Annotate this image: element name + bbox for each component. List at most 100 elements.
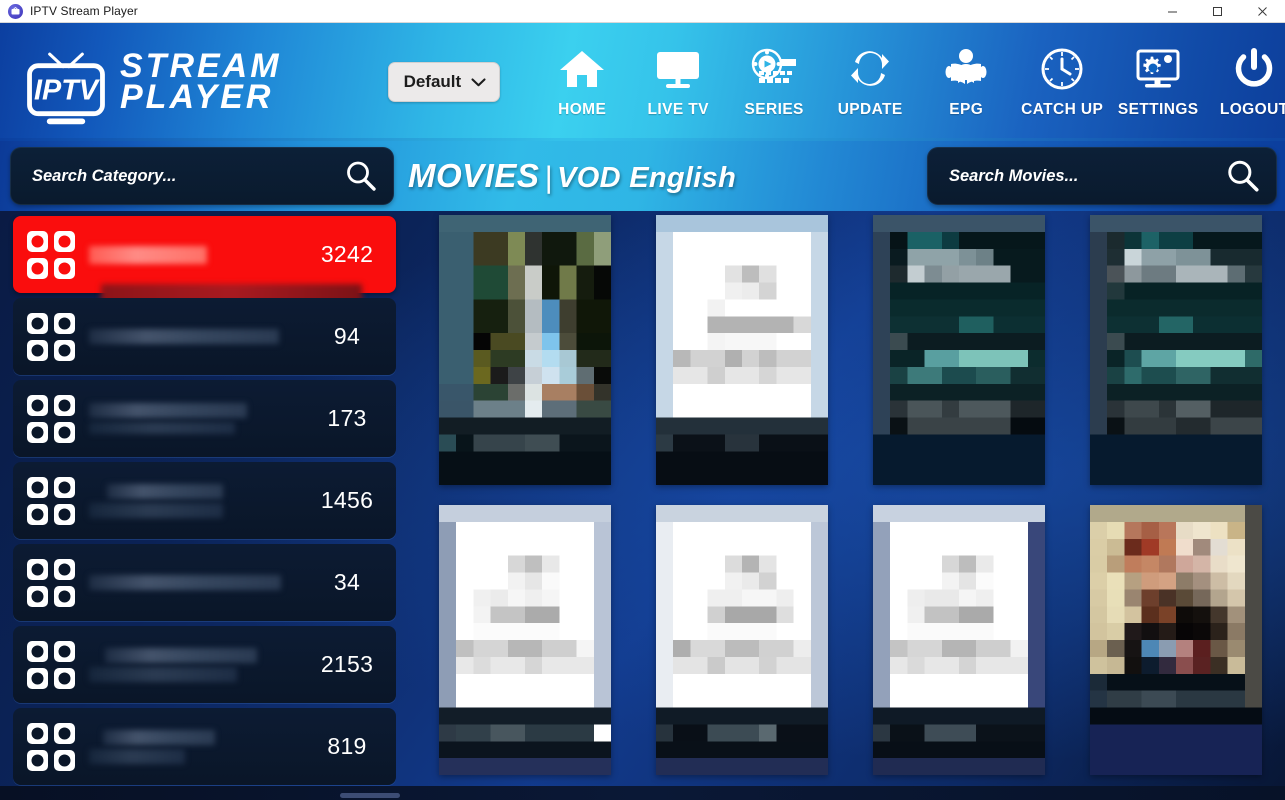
search-movies-input[interactable] bbox=[949, 166, 1225, 186]
minimize-button[interactable] bbox=[1150, 0, 1195, 23]
search-icon[interactable] bbox=[344, 159, 378, 193]
category-row-4[interactable]: 34 bbox=[13, 544, 396, 621]
category-row-2[interactable]: 173 bbox=[13, 380, 396, 457]
category-label-redacted bbox=[89, 329, 279, 344]
category-row-1[interactable]: 94 bbox=[13, 298, 396, 375]
close-button[interactable] bbox=[1240, 0, 1285, 23]
grid-2x2-icon bbox=[13, 228, 89, 282]
nav-item-epg[interactable]: EPG bbox=[918, 43, 1014, 121]
movie-card-5[interactable] bbox=[633, 505, 850, 795]
category-label-redacted-2 bbox=[89, 666, 237, 682]
movies-search-box[interactable] bbox=[927, 147, 1277, 205]
nav-item-series[interactable]: SERIES bbox=[726, 43, 822, 121]
category-count: 819 bbox=[327, 733, 367, 759]
nav-label-epg: EPG bbox=[949, 101, 984, 118]
window-title: IPTV Stream Player bbox=[30, 4, 138, 18]
movie-card-6[interactable] bbox=[851, 505, 1068, 795]
category-row-0[interactable]: 3242 bbox=[13, 216, 396, 304]
movie-card-4[interactable] bbox=[416, 505, 633, 795]
app-header: IPTV STREAM PLAYER Default HOME LIVE TV … bbox=[0, 23, 1285, 141]
movie-poster-image bbox=[438, 505, 611, 775]
brand-logo[interactable]: IPTV STREAM PLAYER bbox=[18, 34, 282, 130]
grid-2x2-icon bbox=[13, 474, 89, 528]
category-label bbox=[89, 483, 298, 518]
grid-2x2-icon bbox=[13, 720, 89, 774]
category-label-redacted bbox=[89, 403, 247, 418]
nav-item-update[interactable]: UPDATE bbox=[822, 43, 918, 121]
svg-text:IPTV: IPTV bbox=[34, 74, 101, 106]
category-label-redacted-2 bbox=[89, 748, 185, 764]
nav-item-logout[interactable]: LOGOUT bbox=[1206, 43, 1285, 121]
film-play-icon bbox=[749, 43, 799, 95]
main-nav: HOME LIVE TV SERIES UPDATE EPG CATCH UP … bbox=[534, 43, 1285, 121]
movie-poster-image bbox=[873, 505, 1046, 775]
movie-poster-image bbox=[655, 215, 828, 485]
category-label-redacted bbox=[89, 575, 281, 590]
grid-2x2-icon bbox=[13, 392, 89, 446]
monitor-icon bbox=[653, 43, 703, 95]
grid-2x2-icon bbox=[13, 310, 89, 364]
search-category-input[interactable] bbox=[32, 166, 344, 186]
movie-poster-image bbox=[438, 215, 611, 485]
movie-poster-image bbox=[1090, 505, 1263, 775]
app-icon bbox=[8, 3, 23, 19]
chevron-down-icon bbox=[471, 77, 486, 87]
movie-card-7[interactable] bbox=[1068, 505, 1285, 795]
category-label bbox=[89, 403, 298, 434]
category-search-box[interactable] bbox=[10, 147, 394, 205]
category-count: 173 bbox=[327, 405, 367, 431]
power-icon bbox=[1231, 43, 1277, 95]
home-icon bbox=[557, 43, 607, 95]
maximize-button[interactable] bbox=[1195, 0, 1240, 23]
page-title-sub: VOD English bbox=[557, 162, 737, 194]
iptv-tv-icon: IPTV bbox=[27, 52, 105, 125]
grid-2x2-icon bbox=[13, 638, 89, 692]
page-title-separator: | bbox=[544, 161, 553, 194]
category-label bbox=[89, 245, 298, 264]
monitor-gear-icon bbox=[1133, 43, 1183, 95]
nav-item-live-tv[interactable]: LIVE TV bbox=[630, 43, 726, 121]
category-label-redacted bbox=[107, 483, 223, 499]
category-row-6[interactable]: 819 bbox=[13, 708, 396, 785]
category-count: 34 bbox=[333, 569, 361, 595]
nav-label-settings: SETTINGS bbox=[1117, 101, 1199, 118]
profile-select-button[interactable]: Default bbox=[387, 62, 501, 102]
profile-select-value: Default bbox=[403, 72, 462, 91]
movie-card-2[interactable] bbox=[851, 215, 1068, 505]
category-label-redacted-2 bbox=[89, 422, 235, 434]
category-label bbox=[89, 729, 298, 764]
movie-poster-grid bbox=[410, 211, 1285, 800]
movie-poster-image bbox=[655, 505, 828, 775]
nav-label-update: UPDATE bbox=[837, 101, 903, 118]
window-controls bbox=[1150, 0, 1285, 23]
nav-item-settings[interactable]: SETTINGS bbox=[1110, 43, 1206, 121]
category-count: 94 bbox=[333, 323, 361, 349]
category-count: 3242 bbox=[320, 241, 374, 267]
category-count: 2153 bbox=[320, 651, 374, 677]
category-list[interactable]: 3242 94 173 1456 34 2153 819 bbox=[0, 211, 410, 800]
category-label-redacted bbox=[103, 729, 215, 745]
movie-card-1[interactable] bbox=[633, 215, 850, 505]
nav-item-catch-up[interactable]: CATCH UP bbox=[1014, 43, 1110, 121]
nav-item-home[interactable]: HOME bbox=[534, 43, 630, 121]
brand-line-2: PLAYER bbox=[120, 78, 274, 116]
nav-label-series: SERIES bbox=[744, 101, 804, 118]
category-row-3[interactable]: 1456 bbox=[13, 462, 396, 539]
page-title-main: MOVIES bbox=[408, 157, 540, 194]
category-label bbox=[89, 329, 298, 344]
search-icon[interactable] bbox=[1225, 158, 1261, 194]
movie-card-0[interactable] bbox=[416, 215, 633, 505]
nav-label-catch-up: CATCH UP bbox=[1021, 101, 1104, 118]
content-area: 3242 94 173 1456 34 2153 819 bbox=[0, 211, 1285, 800]
person-reading-icon bbox=[941, 43, 991, 95]
nav-label-home: HOME bbox=[558, 101, 607, 118]
window-titlebar: IPTV Stream Player bbox=[0, 0, 1285, 23]
nav-label-logout: LOGOUT bbox=[1219, 101, 1285, 118]
category-row-5[interactable]: 2153 bbox=[13, 626, 396, 703]
category-label bbox=[89, 575, 298, 590]
movie-card-3[interactable] bbox=[1068, 215, 1285, 505]
movie-poster-image bbox=[1090, 215, 1263, 485]
movie-poster-image bbox=[873, 215, 1046, 485]
category-count: 1456 bbox=[320, 487, 374, 513]
profile-selector[interactable]: Default bbox=[387, 62, 501, 102]
